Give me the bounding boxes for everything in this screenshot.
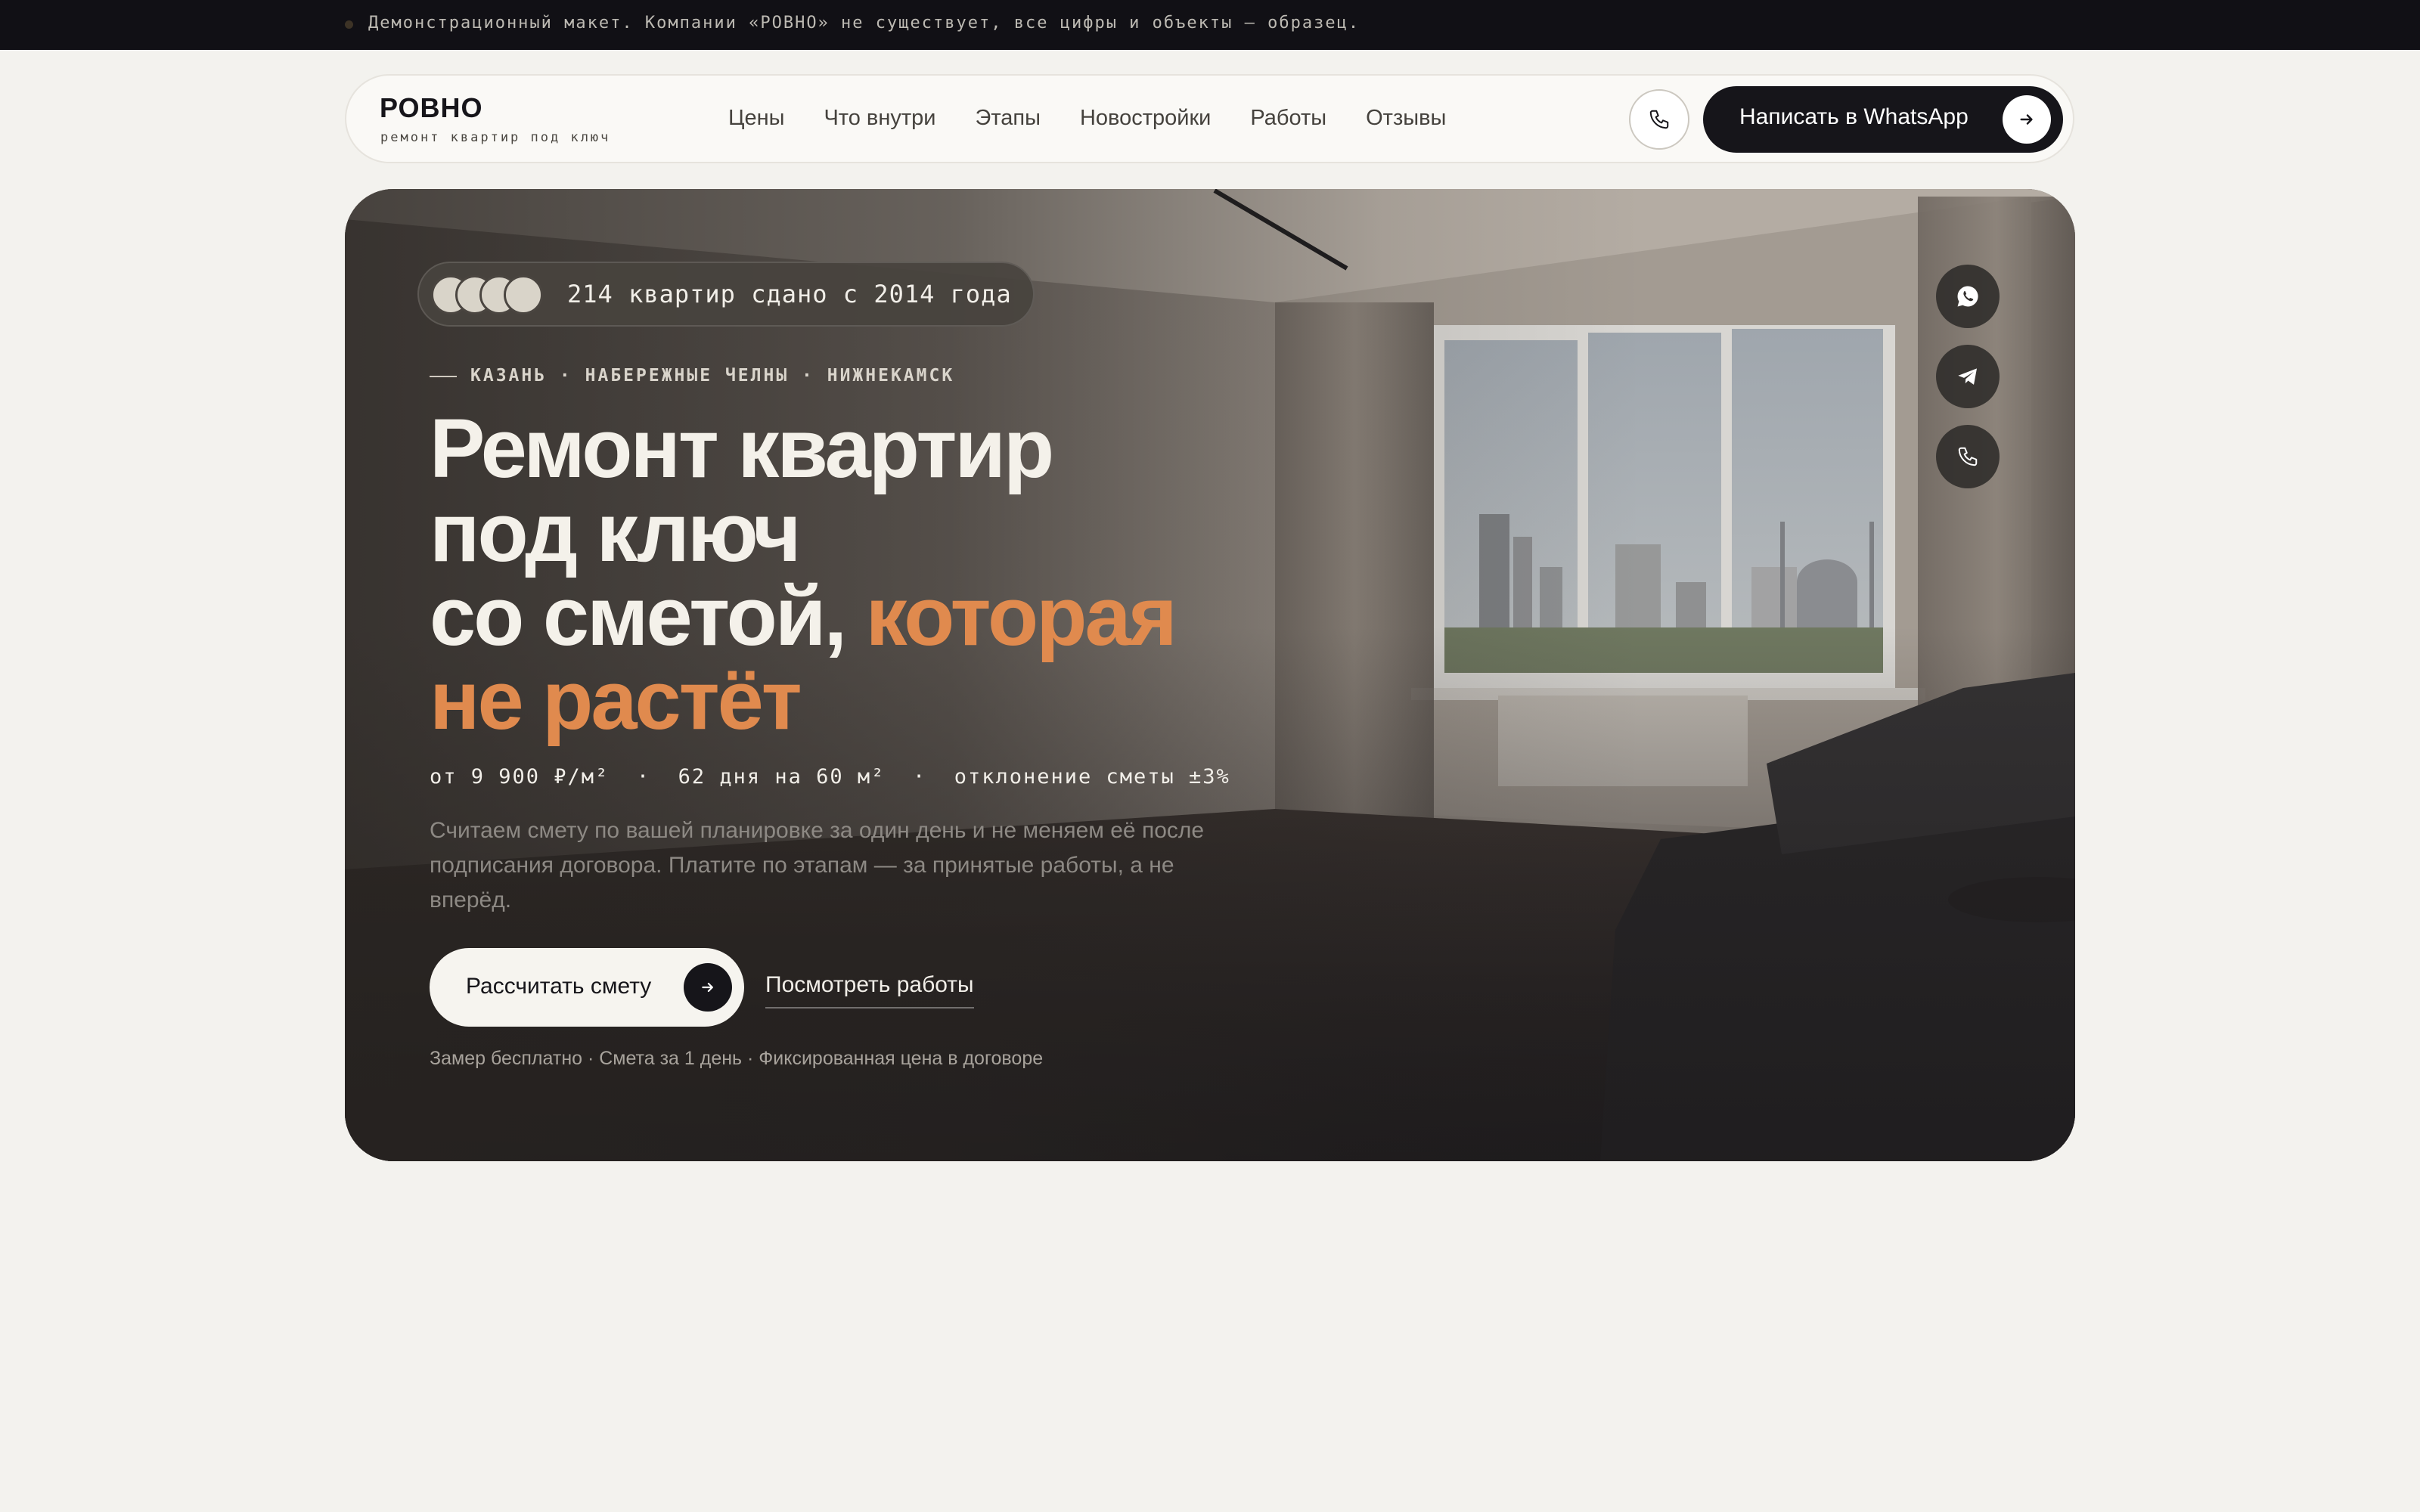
title-line-3: со сметой, которая (430, 575, 1177, 658)
logo[interactable]: РОВНО (380, 92, 483, 124)
title-line-1: Ремонт квартир (430, 402, 1054, 495)
nav-item-works[interactable]: Работы (1250, 106, 1326, 131)
badge-text: 214 квартир сдано с 2014 года (567, 280, 1012, 308)
title-line-3-accent: которая (865, 570, 1177, 663)
nav-item-inside[interactable]: Что внутри (824, 106, 935, 131)
whatsapp-button[interactable]: Написать в WhatsApp (1703, 86, 2063, 153)
title-line-4: не растёт (430, 654, 802, 747)
logo-tagline: ремонт квартир под ключ (380, 130, 611, 145)
nav-item-prices[interactable]: Цены (728, 106, 784, 131)
apartments-badge: 214 квартир сдано с 2014 года (417, 262, 1035, 327)
nav-item-stages[interactable]: Этапы (975, 106, 1040, 131)
cities-line: КАЗАНЬ · НАБЕРЕЖНЫЕ ЧЕЛНЫ · НИЖНЕКАМСК (430, 366, 954, 386)
whatsapp-icon (1957, 286, 1978, 307)
demo-banner: Демонстрационный макет. Компании «РОВНО»… (0, 0, 2420, 50)
phone-icon (1649, 110, 1669, 129)
side-whatsapp-button[interactable] (1936, 265, 2000, 328)
hero-footnote: Замер бесплатно · Смета за 1 день · Фикс… (430, 1048, 1044, 1069)
cities-dash (430, 375, 457, 377)
hero-stats: от 9 900 ₽/м² · 62 дня на 60 м² · отклон… (430, 765, 1230, 789)
hero-section: 214 квартир сдано с 2014 года КАЗАНЬ · Н… (345, 189, 2075, 1161)
arrow-right-icon (684, 963, 732, 1012)
title-line-3-plain: со сметой, (430, 570, 866, 663)
main-nav: Цены Что внутри Этапы Новостройки Работы… (728, 106, 1446, 131)
nav-item-new-buildings[interactable]: Новостройки (1080, 106, 1211, 131)
side-telegram-button[interactable] (1936, 345, 2000, 408)
phone-icon (1958, 447, 1978, 466)
banner-text: Демонстрационный макет. Компании «РОВНО»… (368, 14, 1360, 33)
telegram-icon (1958, 368, 1977, 385)
side-phone-button[interactable] (1936, 425, 2000, 488)
arrow-right-icon (2003, 95, 2051, 144)
cities-text: КАЗАНЬ · НАБЕРЕЖНЫЕ ЧЕЛНЫ · НИЖНЕКАМСК (470, 366, 955, 386)
title-line-2: под ключ (430, 486, 801, 579)
calculate-estimate-label: Рассчитать смету (466, 974, 652, 999)
avatar (504, 275, 543, 314)
whatsapp-button-label: Написать в WhatsApp (1739, 104, 1969, 129)
hero-title: Ремонт квартир под ключ со сметой, котор… (430, 402, 1177, 747)
calculate-estimate-button[interactable]: Рассчитать смету (430, 948, 744, 1027)
hero-description: Считаем смету по вашей планировке за оди… (430, 818, 1205, 912)
banner-dot (345, 20, 353, 29)
phone-button[interactable] (1629, 89, 1689, 150)
view-works-link[interactable]: Посмотреть работы (765, 972, 974, 1009)
site-header: РОВНО ремонт квартир под ключ Цены Что в… (345, 74, 2074, 163)
nav-item-reviews[interactable]: Отзывы (1366, 106, 1446, 131)
